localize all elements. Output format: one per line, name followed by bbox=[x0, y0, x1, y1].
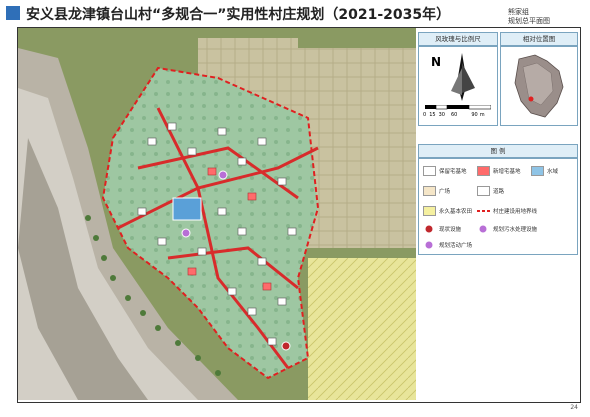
sewage-facility-marker bbox=[181, 228, 191, 238]
retained-building-swatch bbox=[423, 166, 436, 176]
map-canvas bbox=[18, 28, 416, 400]
square-swatch bbox=[423, 186, 436, 196]
road-swatch bbox=[477, 186, 490, 196]
scale-bar bbox=[425, 105, 491, 110]
location-panel bbox=[500, 46, 578, 126]
pond bbox=[172, 197, 202, 221]
water-swatch bbox=[531, 166, 544, 176]
farmland-swatch bbox=[423, 206, 436, 216]
existing-facility-icon bbox=[425, 225, 433, 233]
title-bar: 安义县龙津镇台山村“多规合一”实用性村庄规划（2021-2035年） 熊家组 规… bbox=[0, 0, 590, 25]
basic-farmland bbox=[308, 258, 416, 400]
title-marker bbox=[6, 6, 20, 20]
compass-panel-heading: 风玫瑰与比例尺 bbox=[418, 32, 498, 46]
sewage-facility-icon bbox=[479, 225, 487, 233]
sidebar: 风玫瑰与比例尺 N 0 15 30 60 90 m 相对位置图 图 例 保留宅基地 bbox=[418, 28, 578, 400]
scale-ticks: 0 15 30 60 90 m bbox=[423, 112, 485, 118]
new-building-swatch bbox=[477, 166, 490, 176]
location-map bbox=[514, 54, 564, 118]
page-title: 安义县龙津镇台山村“多规合一”实用性村庄规划（2021-2035年） bbox=[26, 7, 451, 23]
north-label: N bbox=[431, 55, 442, 69]
legend-panel: 保留宅基地 新增宅基地 水域 广场 道路 永久基本农田 村庄建设用地界线 现状设… bbox=[418, 158, 578, 255]
compass-panel: N 0 15 30 60 90 m bbox=[418, 46, 498, 126]
plan-name: 规划总平面图 bbox=[508, 17, 550, 25]
legend-heading: 图 例 bbox=[418, 144, 578, 158]
activity-square-icon bbox=[425, 241, 433, 249]
planning-map bbox=[18, 28, 416, 400]
activity-square-marker bbox=[218, 170, 228, 180]
existing-facility-marker bbox=[281, 341, 291, 351]
boundary-line-icon bbox=[477, 210, 491, 212]
wind-rose-icon bbox=[451, 53, 475, 101]
location-panel-heading: 相对位置图 bbox=[500, 32, 578, 46]
page-number: 24 bbox=[570, 404, 578, 411]
